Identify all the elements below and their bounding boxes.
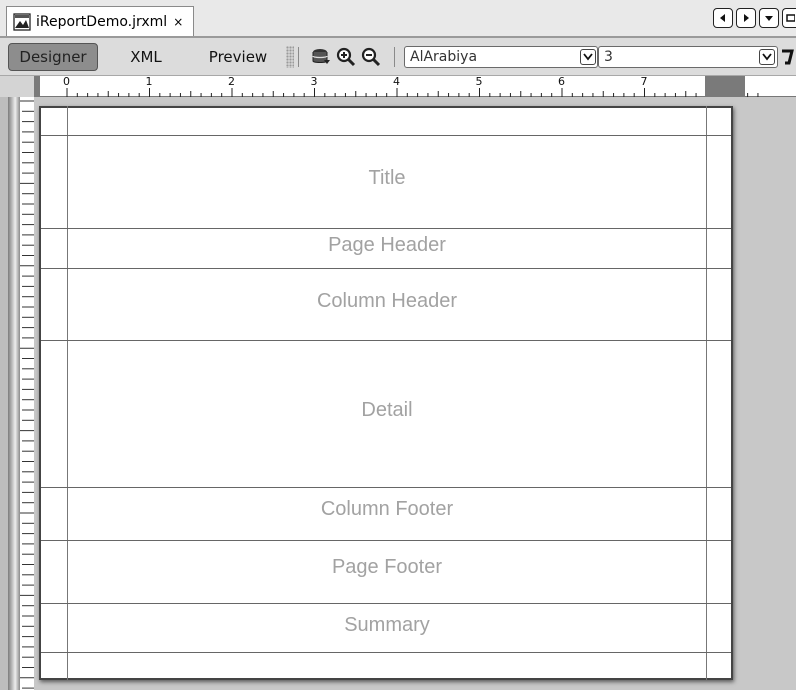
toolbar-separator xyxy=(298,47,299,67)
database-icon[interactable] xyxy=(311,47,331,67)
band-divider[interactable] xyxy=(41,228,731,229)
column-header-band[interactable]: Column Header xyxy=(68,290,706,313)
ruler-number: 7 xyxy=(640,75,648,88)
font-size-value: 3 xyxy=(604,49,613,65)
ruler-number: 2 xyxy=(228,75,235,88)
editor-tab-bar: iReportDemo.jrxml × xyxy=(0,0,796,38)
tab-title: iReportDemo.jrxml xyxy=(36,13,168,30)
page-footer-band[interactable]: Page Footer xyxy=(68,556,706,579)
detail-band[interactable]: Detail xyxy=(68,399,706,422)
tab-list-icon[interactable] xyxy=(759,8,779,28)
scroll-right-icon[interactable] xyxy=(736,8,756,28)
toolbar-grip[interactable] xyxy=(286,46,294,68)
chevron-down-icon[interactable] xyxy=(759,49,775,65)
band-divider[interactable] xyxy=(41,340,731,341)
band-divider[interactable] xyxy=(41,135,731,136)
font-name-select[interactable]: AlArabiya xyxy=(404,46,598,68)
ruler-number: 4 xyxy=(393,75,400,88)
designer-view-button[interactable]: Designer xyxy=(8,43,98,71)
bold-text-icon[interactable] xyxy=(780,47,796,67)
chevron-down-icon[interactable] xyxy=(580,49,596,65)
preview-view-button[interactable]: Preview xyxy=(202,43,274,71)
maximize-icon[interactable] xyxy=(782,8,796,28)
ruler-margin-right xyxy=(705,76,745,97)
ruler-number: 3 xyxy=(310,75,318,88)
toolbar-separator xyxy=(394,47,395,67)
window-controls xyxy=(713,8,796,28)
xml-view-button[interactable]: XML xyxy=(118,43,174,71)
horizontal-ruler: 012345678 xyxy=(34,76,796,97)
band-divider[interactable] xyxy=(41,268,731,269)
band-divider[interactable] xyxy=(41,540,731,541)
ruler-number: 0 xyxy=(63,75,70,88)
ruler-margin-left xyxy=(34,76,40,97)
title-band[interactable]: Title xyxy=(68,167,706,190)
scroll-left-icon[interactable] xyxy=(713,8,733,28)
font-size-select[interactable]: 3 xyxy=(598,46,778,68)
summary-band[interactable]: Summary xyxy=(68,614,706,637)
close-tab-icon[interactable]: × xyxy=(173,15,183,29)
designer-toolbar: Designer XML Preview AlArabiya 3 xyxy=(0,38,796,76)
ruler-number: 6 xyxy=(558,75,565,88)
ruler-corner xyxy=(0,76,34,97)
band-divider[interactable] xyxy=(41,652,731,653)
report-file-icon xyxy=(13,12,31,31)
zoom-out-icon[interactable] xyxy=(361,47,381,67)
font-name-value: AlArabiya xyxy=(410,49,478,65)
left-margin-guide xyxy=(67,106,68,680)
report-page[interactable] xyxy=(39,106,733,680)
tab-ireportdemo[interactable]: iReportDemo.jrxml × xyxy=(6,6,194,36)
page-header-band[interactable]: Page Header xyxy=(68,234,706,257)
band-divider[interactable] xyxy=(41,603,731,604)
vertical-ruler-shade xyxy=(8,97,20,690)
ruler-gutter xyxy=(0,97,8,690)
zoom-in-icon[interactable] xyxy=(336,47,356,67)
ruler-number: 1 xyxy=(145,75,153,88)
column-footer-band[interactable]: Column Footer xyxy=(68,498,706,521)
ruler-number: 5 xyxy=(475,75,483,88)
band-divider[interactable] xyxy=(41,487,731,488)
right-margin-guide xyxy=(706,106,707,680)
